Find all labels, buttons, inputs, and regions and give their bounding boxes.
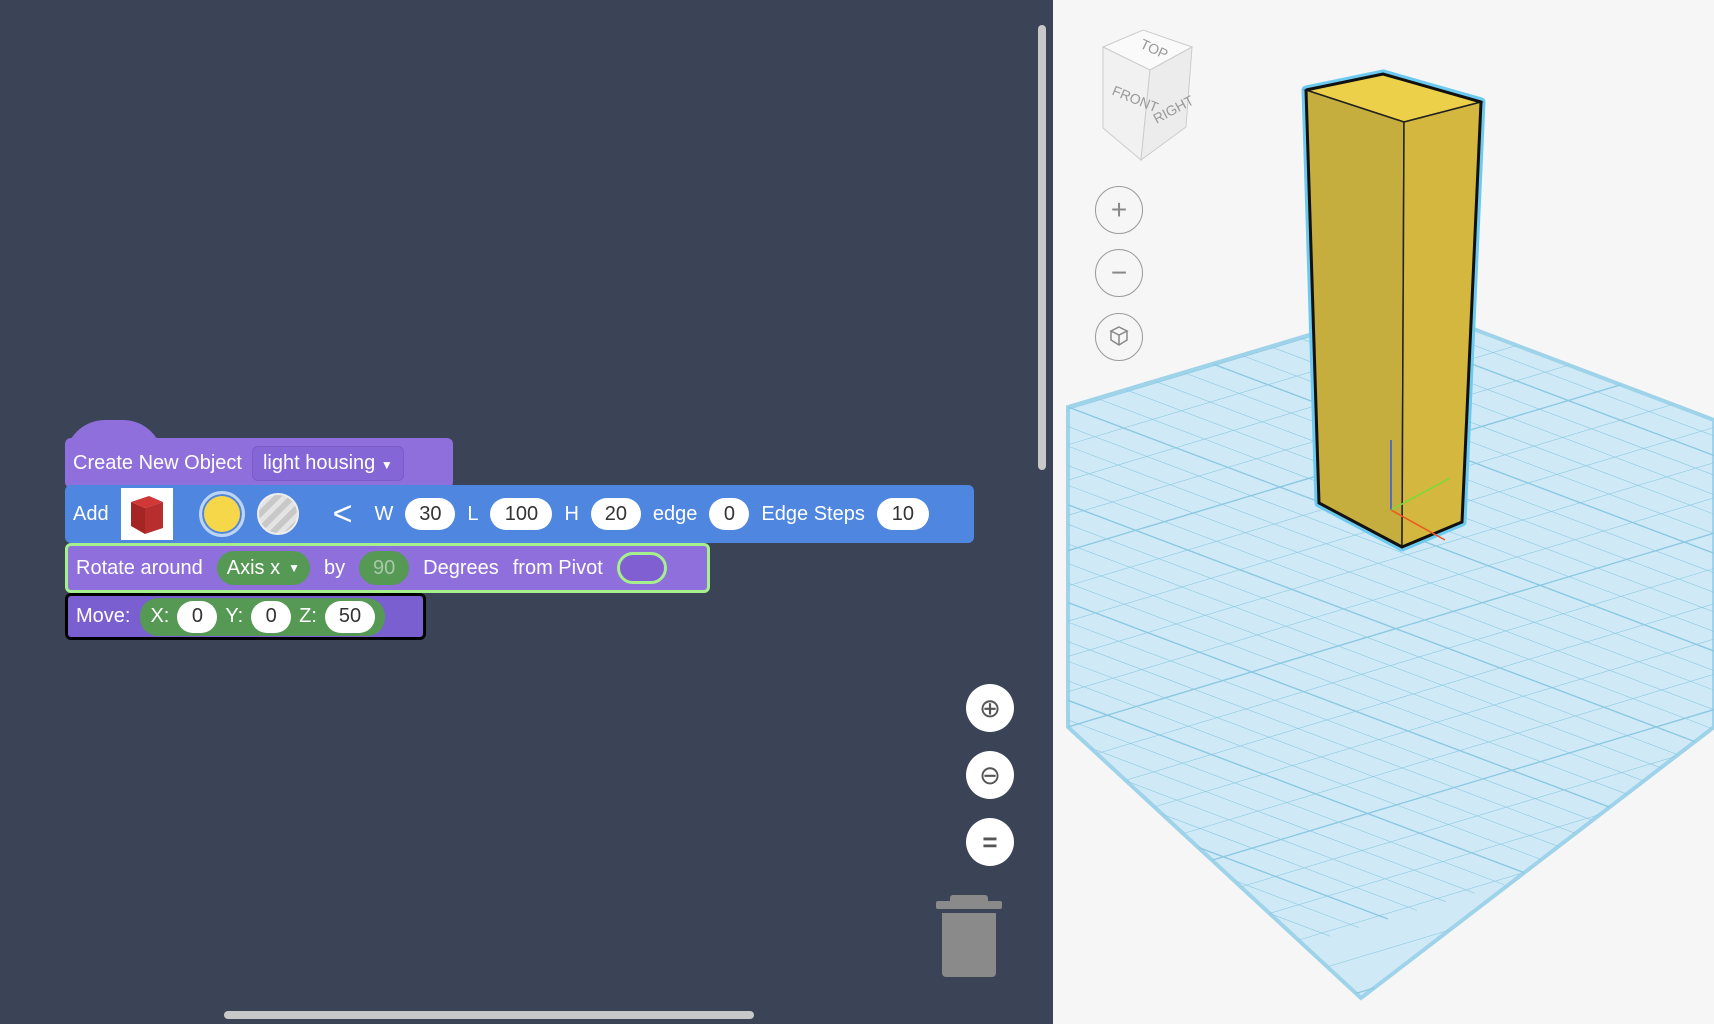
grid-line: [1626, 305, 1714, 338]
zoom-in-button[interactable]: ⊕: [966, 684, 1014, 732]
grid-line: [1068, 935, 1185, 979]
reset-zoom-button[interactable]: =: [966, 818, 1014, 866]
axis-dropdown[interactable]: Axis x ▼: [217, 551, 310, 585]
grid-line: [1693, 992, 1714, 998]
length-label: L: [467, 503, 478, 526]
minus-icon: −: [1111, 257, 1127, 289]
edge-steps-input[interactable]: 10: [877, 498, 929, 530]
grid-line: [1068, 915, 1214, 970]
3d-viewport[interactable]: TOP FRONT RIGHT + −: [1053, 0, 1714, 1024]
view-cube[interactable]: TOP FRONT RIGHT: [1103, 30, 1197, 160]
equals-icon: =: [982, 827, 997, 858]
dropdown-arrow-icon: ▼: [381, 458, 393, 472]
grid-line: [1068, 994, 1079, 998]
block-workspace[interactable]: Create New Object light housing ▼ Add < …: [0, 0, 1053, 1024]
add-label: Add: [73, 503, 109, 526]
move-z-input[interactable]: 50: [325, 601, 375, 633]
3d-scene[interactable]: TOP FRONT RIGHT: [1053, 0, 1714, 1024]
move-y-input[interactable]: 0: [251, 601, 291, 633]
y-label: Y:: [225, 605, 243, 628]
dropdown-arrow-icon: ▼: [288, 561, 300, 575]
trash-icon[interactable]: [936, 895, 1002, 977]
edge-label: edge: [653, 503, 698, 526]
collapse-chevron-icon[interactable]: <: [333, 495, 353, 534]
grid-line: [1574, 305, 1714, 358]
edge-steps-label: Edge Steps: [761, 503, 864, 526]
zoom-out-button[interactable]: ⊖: [966, 751, 1014, 799]
height-label: H: [564, 503, 578, 526]
view-zoom-in-button[interactable]: +: [1095, 186, 1143, 234]
move-block[interactable]: Move: X: 0 Y: 0 Z: 50: [65, 593, 426, 640]
create-label: Create New Object: [73, 452, 242, 475]
cube-shape-thumbnail[interactable]: [121, 488, 173, 540]
home-view-cube-icon: [1106, 324, 1132, 350]
x-label: X:: [150, 605, 169, 628]
grid-line: [1068, 974, 1127, 996]
by-label: by: [324, 557, 345, 580]
axis-value: Axis x: [227, 557, 280, 580]
horizontal-scrollbar[interactable]: [224, 1011, 754, 1019]
degrees-label: Degrees: [423, 557, 499, 580]
width-label: W: [374, 503, 393, 526]
create-object-block[interactable]: Create New Object light housing ▼: [65, 438, 453, 488]
edge-input[interactable]: 0: [709, 498, 749, 530]
rotate-label: Rotate around: [76, 557, 203, 580]
height-input[interactable]: 20: [591, 498, 641, 530]
pivot-input-slot[interactable]: [617, 552, 667, 584]
degrees-input[interactable]: 90: [359, 551, 409, 585]
add-shape-block[interactable]: Add < W 30 L 100 H 20 edge 0 Edge Steps …: [65, 485, 974, 543]
zoom-in-icon: ⊕: [979, 693, 1001, 724]
vertical-scrollbar[interactable]: [1038, 25, 1046, 470]
plus-icon: +: [1111, 194, 1127, 226]
pivot-label: from Pivot: [513, 557, 603, 580]
z-label: Z:: [299, 605, 317, 628]
object-name-dropdown[interactable]: light housing ▼: [252, 446, 404, 481]
move-label: Move:: [76, 605, 130, 628]
width-input[interactable]: 30: [405, 498, 455, 530]
grid-line: [1458, 921, 1714, 998]
view-zoom-out-button[interactable]: −: [1095, 249, 1143, 297]
length-input[interactable]: 100: [490, 498, 552, 530]
selected-box-object: [1306, 74, 1481, 547]
home-view-button[interactable]: [1095, 313, 1143, 361]
rotate-block[interactable]: Rotate around Axis x ▼ by 90 Degrees from…: [65, 543, 710, 593]
color-swatch-yellow[interactable]: [199, 491, 245, 537]
grid-line: [1068, 955, 1156, 988]
material-swatch-striped[interactable]: [257, 493, 299, 535]
zoom-out-icon: ⊖: [979, 760, 1001, 791]
box-front-face: [1306, 90, 1404, 547]
move-coordinates: X: 0 Y: 0 Z: 50: [140, 598, 384, 636]
object-name-value: light housing: [263, 452, 375, 474]
grid-line: [1678, 305, 1714, 319]
grid-line: [1068, 896, 1243, 962]
move-x-input[interactable]: 0: [177, 601, 217, 633]
grid-line: [1576, 957, 1714, 998]
